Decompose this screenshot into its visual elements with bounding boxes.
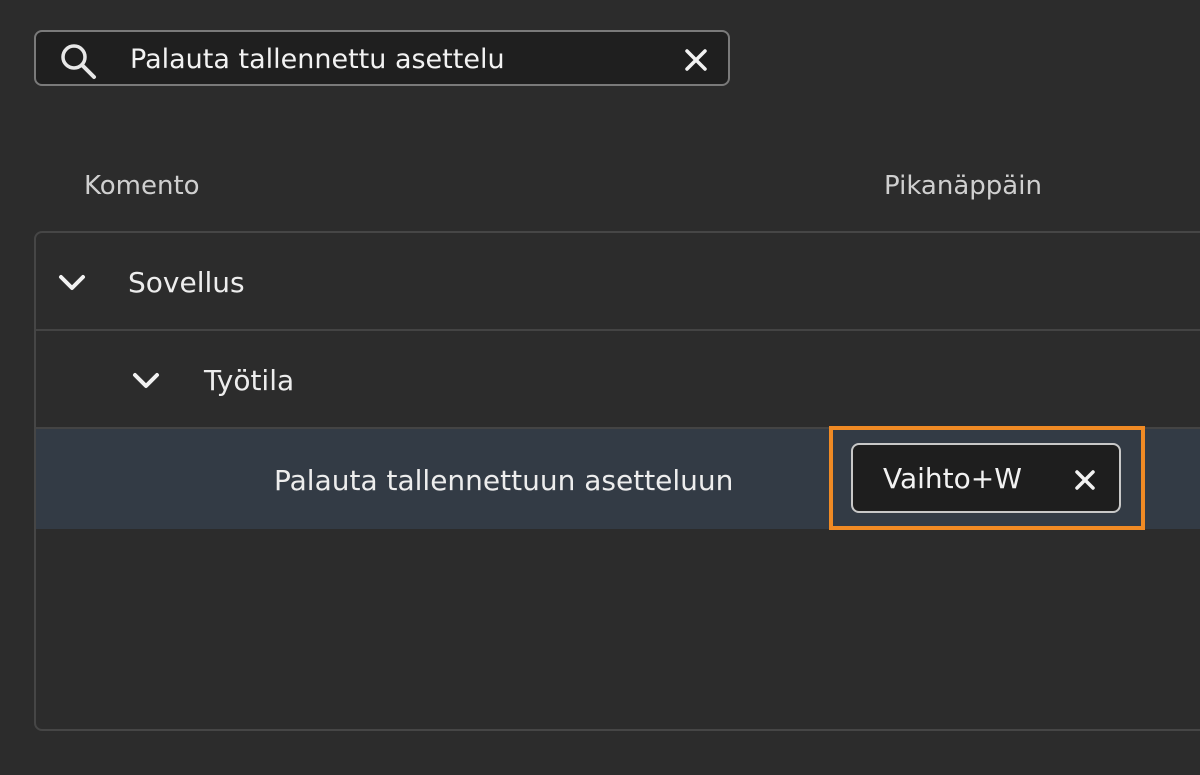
shortcut-chip[interactable]: Vaihto+W [851,443,1121,513]
category-label: Sovellus [128,266,245,299]
close-icon[interactable] [1072,467,1098,493]
tree-row-subcategory[interactable]: Työtila [36,331,1200,429]
chevron-down-icon[interactable] [56,271,88,295]
tree-row-category[interactable]: Sovellus [36,233,1200,331]
close-icon[interactable] [682,46,710,74]
subcategory-label: Työtila [204,364,295,397]
search-box[interactable] [34,30,730,86]
column-header-shortcut: Pikanäppäin [884,171,1042,201]
shortcut-label: Vaihto+W [883,462,1022,495]
command-label: Palauta tallennettuun asetteluun [274,464,734,497]
search-icon [61,44,96,79]
search-input[interactable] [130,42,650,76]
chevron-down-icon[interactable] [130,369,162,393]
column-header-command: Komento [84,171,200,201]
